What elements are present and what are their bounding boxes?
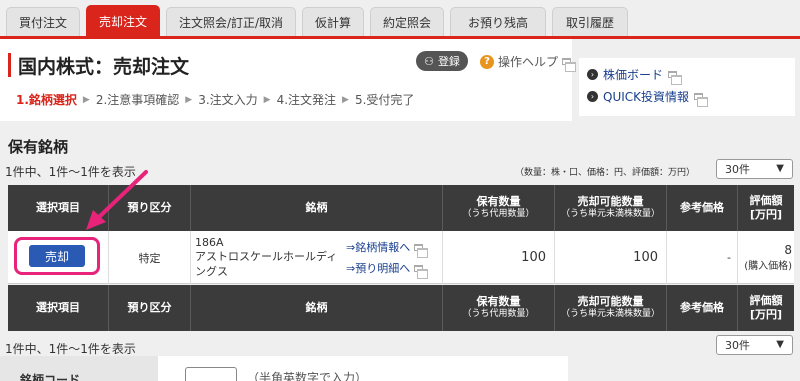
stock-code-input[interactable] <box>185 367 237 381</box>
per-page-value: 30件 <box>725 339 750 352</box>
per-page-select-bottom[interactable]: 30件 ▼ <box>716 335 793 355</box>
code-label: 銘柄コード <box>20 373 81 381</box>
code-hint: （半角英数字で入力） <box>247 371 368 381</box>
result-count-bottom: 1件中、1件〜1件を表示 <box>5 342 136 356</box>
col-quantity: 保有数量 （うち代用数量） <box>443 285 555 331</box>
col-account-type: 預り区分 <box>109 285 191 331</box>
table-footer-row: 選択項目 預り区分 銘柄 保有数量 （うち代用数量） 売却可能数量 （うち単元未満株… <box>8 285 794 331</box>
col-valuation: 評価額 [万円] <box>749 293 783 321</box>
col-sellable: 売却可能数量 （うち単元未満株数量） <box>555 285 667 331</box>
caret-down-icon: ▼ <box>776 339 784 350</box>
col-ref-price: 参考価格 <box>667 285 738 331</box>
col-select: 選択項目 <box>8 285 109 331</box>
col-stock: 銘柄 <box>191 285 443 331</box>
